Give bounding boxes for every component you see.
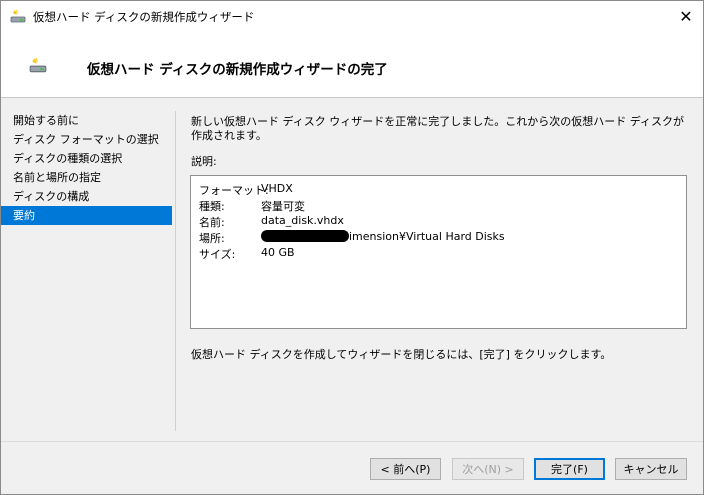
summary-value-location: imension¥Virtual Hard Disks: [261, 230, 505, 243]
next-button[interactable]: 次へ(N) >: [452, 458, 524, 480]
location-path-text: imension¥Virtual Hard Disks: [349, 230, 505, 243]
cancel-button[interactable]: キャンセル: [615, 458, 687, 480]
back-button[interactable]: < 前へ(P): [370, 458, 441, 480]
summary-value: VHDX: [261, 182, 293, 195]
summary-value: 40 GB: [261, 246, 295, 259]
summary-key: サイズ:: [199, 248, 236, 261]
summary-key: 種類:: [199, 200, 225, 213]
window-title: 仮想ハード ディスクの新規作成ウィザード: [33, 10, 255, 24]
button-bar-separator: [1, 441, 703, 442]
wizard-steps-nav: 開始する前に ディスク フォーマットの選択 ディスクの種類の選択 名前と場所の指…: [1, 111, 172, 225]
step-summary[interactable]: 要約: [1, 206, 172, 225]
wizard-window: 仮想ハード ディスクの新規作成ウィザード ✕ 仮想ハード ディスクの新規作成ウィ…: [0, 0, 704, 495]
step-choose-disk-format[interactable]: ディスク フォーマットの選択: [1, 130, 172, 149]
summary-key: フォーマット:: [199, 184, 269, 197]
page-title: 仮想ハード ディスクの新規作成ウィザードの完了: [87, 62, 388, 78]
description-label: 説明:: [191, 155, 217, 168]
disk-drive-icon: [10, 9, 26, 23]
redaction-mark: [261, 230, 349, 242]
summary-box[interactable]: フォーマット: VHDX 種類: 容量可変 名前: data_disk.vhdx…: [190, 175, 687, 329]
summary-key: 場所:: [199, 232, 225, 245]
summary-key: 名前:: [199, 216, 225, 229]
step-configure-disk[interactable]: ディスクの構成: [1, 187, 172, 206]
intro-text: 新しい仮想ハード ディスク ウィザードを正常に完了しました。これから次の仮想ハー…: [191, 115, 684, 142]
close-button[interactable]: ✕: [669, 1, 703, 31]
step-choose-disk-type[interactable]: ディスクの種類の選択: [1, 149, 172, 168]
disk-drive-icon: [29, 57, 47, 73]
sidebar-divider: [175, 111, 176, 431]
step-before-you-begin[interactable]: 開始する前に: [1, 111, 172, 130]
step-specify-name-location[interactable]: 名前と場所の指定: [1, 168, 172, 187]
main-content: 新しい仮想ハード ディスク ウィザードを正常に完了しました。これから次の仮想ハー…: [191, 115, 687, 143]
summary-value: 容量可変: [261, 200, 305, 213]
summary-value: data_disk.vhdx: [261, 214, 344, 227]
finish-button[interactable]: 完了(F): [534, 458, 605, 480]
finish-instruction: 仮想ハード ディスクを作成してウィザードを閉じるには、[完了] をクリックします…: [191, 348, 612, 361]
wizard-header: 仮想ハード ディスクの新規作成ウィザードの完了: [1, 31, 703, 98]
title-bar[interactable]: 仮想ハード ディスクの新規作成ウィザード ✕: [1, 1, 703, 31]
